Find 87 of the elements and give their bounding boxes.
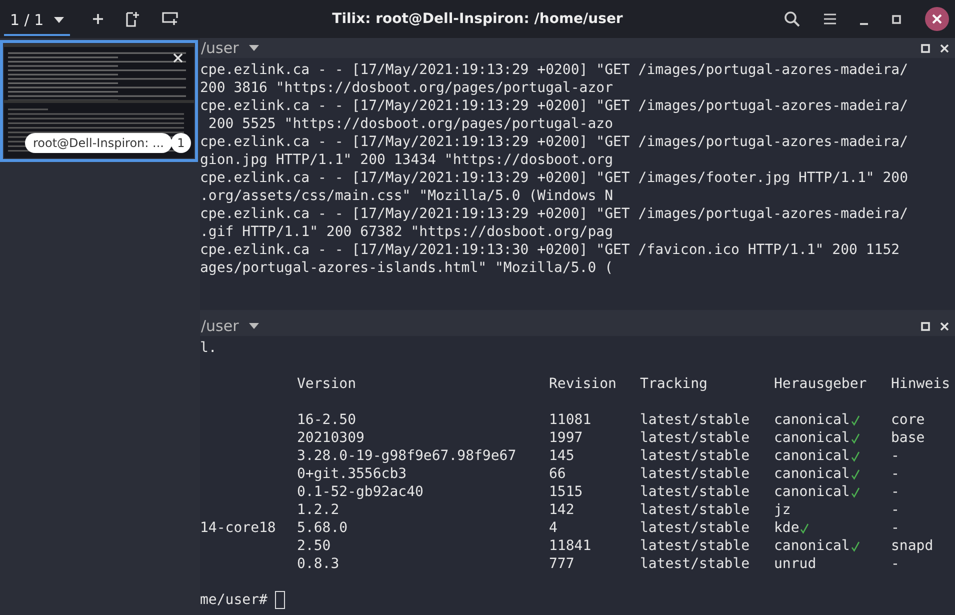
table-cell: 14-core18 [200, 520, 276, 536]
table-cell: canonical [774, 483, 850, 501]
column-header: Version [297, 375, 358, 393]
table-cell: 2.50 [297, 538, 331, 554]
table-cell: 11081 [549, 412, 592, 428]
table-cell: 1997 [549, 430, 583, 446]
table-cell: 3.28.0-19-g98f9e67.98f9e67 [297, 448, 516, 464]
table-cell: - [891, 502, 900, 518]
table-cell: 4 [549, 520, 558, 536]
session-thumbnail[interactable]: root@Dell-Inspiron: ... 1 [0, 40, 198, 162]
table-cell: - [891, 520, 900, 536]
maximize-icon[interactable] [921, 44, 930, 52]
column-header: Hinweis [891, 375, 952, 393]
table-cell: 777 [549, 556, 574, 572]
search-icon[interactable] [784, 11, 800, 27]
terminal-line: cpe.ezlink.ca - - [17/May/2021:19:13:29 +0200] "GET /images/portugal-azores-madeira/ [200, 205, 910, 223]
table-cell: core [891, 412, 925, 428]
table-cell: latest/stable [640, 556, 750, 572]
maximize-icon[interactable] [892, 14, 901, 24]
terminal-line: cpe.ezlink.ca - - [17/May/2021:19:13:29 +0200] "GET /images/portugal-azores-madeira/ [200, 97, 910, 115]
table-cell: 20210309 [297, 430, 364, 446]
caret-icon[interactable] [248, 45, 259, 51]
table-cell: 1.2.2 [297, 502, 340, 518]
table-cell: 0.1-52-gb92ac40 [297, 484, 424, 500]
table-cell: unrud [774, 555, 816, 573]
table-cell: - [891, 466, 900, 482]
pane-title[interactable]: /user [201, 39, 239, 57]
table-cell: canonical [774, 411, 850, 429]
split-down-icon[interactable] [162, 12, 178, 26]
session-label: root@Dell-Inspiron: ... [25, 133, 172, 153]
table-cell: 0.8.3 [297, 556, 340, 572]
table-cell: canonical [774, 429, 850, 447]
table-cell: jz [774, 501, 791, 519]
pane-title[interactable]: /user [201, 317, 239, 335]
table-cell: canonical [774, 447, 850, 465]
caret-icon[interactable] [248, 323, 259, 329]
close-icon[interactable] [173, 53, 183, 63]
table-cell: 0+git.3556cb3 [297, 466, 407, 482]
table-cell: - [891, 448, 900, 464]
table-cell: - [891, 484, 900, 500]
table-cell: base [891, 430, 925, 446]
table-cell: latest/stable [640, 502, 750, 518]
terminal-line: ages/portugal-azores-islands.html" "Mozilla/5.0 ( [200, 259, 614, 277]
table-cell: latest/stable [640, 412, 750, 428]
table-cell: 66 [549, 466, 566, 482]
table-cell: 16-2.50 [297, 412, 356, 428]
terminal-line: 200 3816 "https://dosboot.org/pages/portugal-azor [200, 79, 614, 97]
terminal-line: .gif HTTP/1.1" 200 67382 "https://dosboot.org/pag [200, 223, 614, 241]
table-cell: 1515 [549, 484, 583, 500]
terminal-line: cpe.ezlink.ca - - [17/May/2021:19:13:29 +0200] "GET /images/portugal-azores-madeira/ [200, 133, 910, 151]
table-cell: 5.68.0 [297, 520, 348, 536]
table-cell: snapd [891, 538, 934, 554]
close-icon[interactable] [940, 322, 949, 330]
table-cell: canonical [774, 537, 850, 555]
close-icon[interactable] [940, 44, 949, 52]
terminal-line: 200 5525 "https://dosboot.org/pages/portugal-azo [207, 115, 614, 133]
window-title: Tilix: root@Dell-Inspiron: /home/user [332, 11, 623, 27]
terminal-line: cpe.ezlink.ca - - [17/May/2021:19:13:29 +0200] "GET /images/footer.jpg HTTP/1.1" 200 [200, 169, 910, 187]
table-cell: latest/stable [640, 430, 750, 446]
close-icon[interactable] [925, 7, 949, 31]
column-header: Revision [549, 375, 618, 393]
terminal-line: .org/assets/css/main.css" "Mozilla/5.0 (Windows N [200, 187, 614, 205]
add-icon[interactable] [92, 13, 104, 25]
terminal-line: l. [200, 339, 218, 357]
split-right-icon[interactable] [126, 11, 140, 27]
terminal-line: cpe.ezlink.ca - - [17/May/2021:19:13:29 +0200] "GET /images/portugal-azores-madeira/ [200, 61, 910, 79]
table-cell: kde [774, 519, 800, 537]
table-cell: 11841 [549, 538, 592, 554]
text-cursor [275, 591, 286, 609]
terminal-line: cpe.ezlink.ca - - [17/May/2021:19:13:30 +0200] "GET /favicon.ico HTTP/1.1" 200 1152 [200, 241, 901, 259]
maximize-icon[interactable] [921, 322, 930, 330]
table-cell: latest/stable [640, 466, 750, 482]
menu-icon[interactable] [824, 13, 836, 25]
terminal-line: gion.jpg HTTP/1.1" 200 13434 "https://dosboot.org [200, 151, 614, 169]
table-cell: latest/stable [640, 520, 750, 536]
table-cell: 145 [549, 448, 574, 464]
column-header: Tracking [640, 375, 708, 393]
shell-prompt: me/user# [200, 591, 268, 609]
table-cell: - [891, 556, 900, 572]
table-cell: canonical [774, 465, 850, 483]
session-switcher[interactable]: 1 / 1 [4, 2, 70, 36]
table-cell: latest/stable [640, 538, 750, 554]
table-cell: 142 [549, 502, 574, 518]
table-cell: latest/stable [640, 448, 750, 464]
column-header: Herausgeber [774, 375, 868, 393]
table-cell: latest/stable [640, 484, 750, 500]
caret-icon [54, 17, 64, 23]
